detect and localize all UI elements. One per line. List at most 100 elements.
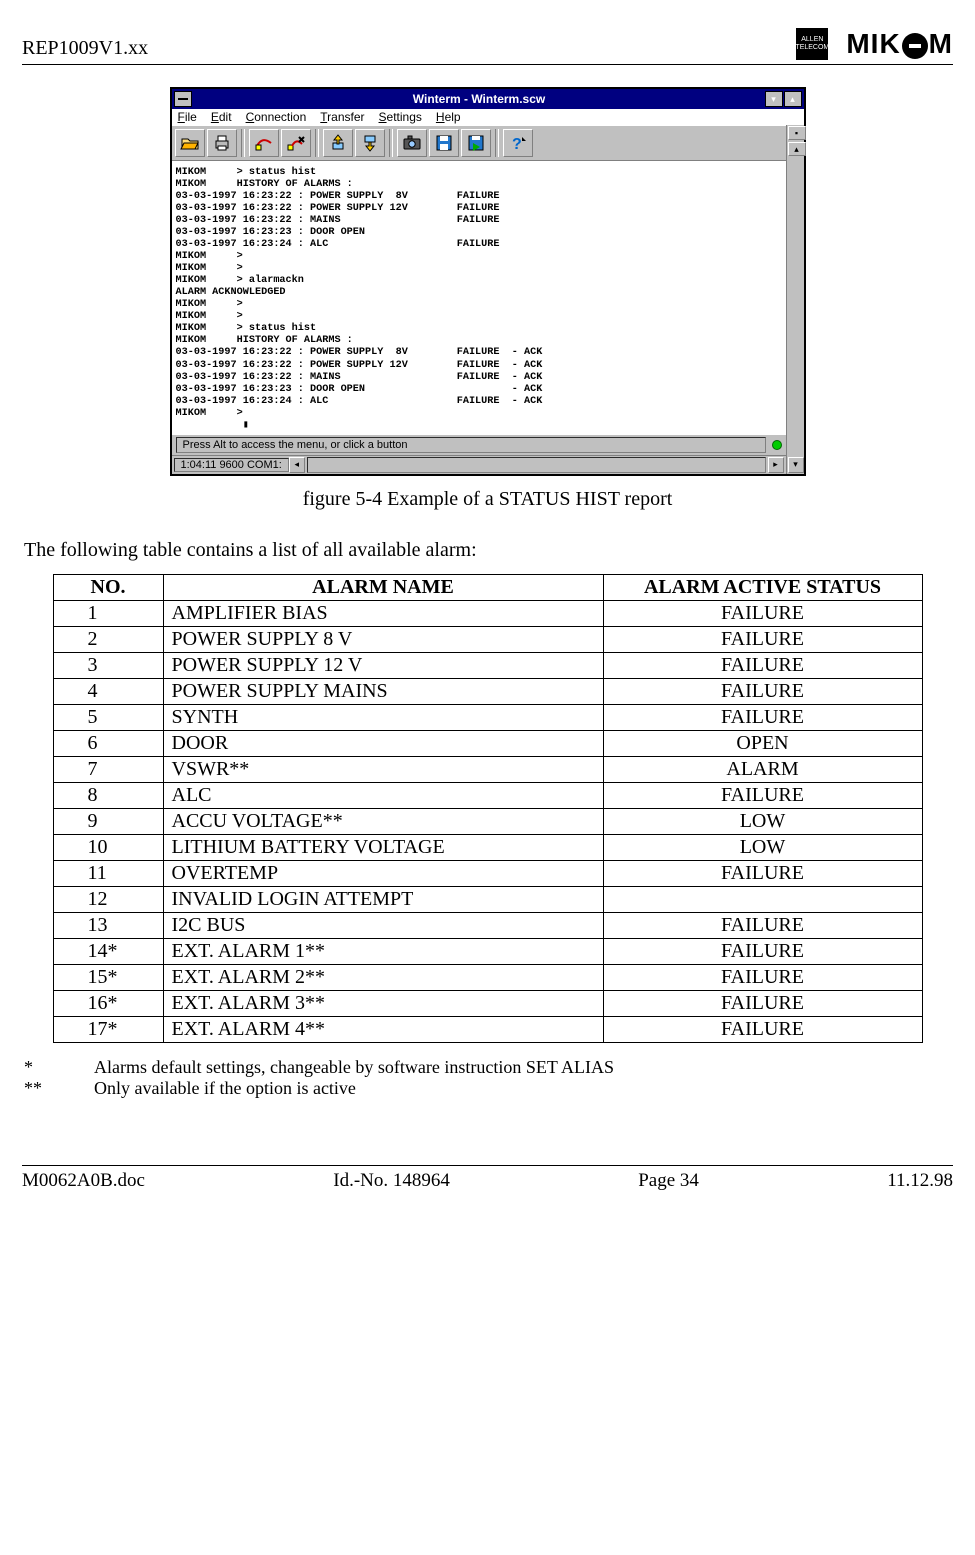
dock-icon-1[interactable]: ▪ xyxy=(788,126,806,140)
cell-name: POWER SUPPLY MAINS xyxy=(163,678,603,704)
cell-no: 4 xyxy=(53,678,163,704)
table-row: 10 LITHIUM BATTERY VOLTAGE LOW xyxy=(53,834,922,860)
maximize-button[interactable]: ▴ xyxy=(784,91,802,107)
cell-no: 10 xyxy=(53,834,163,860)
figure-caption: figure 5-4 Example of a STATUS HIST repo… xyxy=(22,488,953,511)
footer-file: M0062A0B.doc xyxy=(22,1170,145,1192)
cell-status: FAILURE xyxy=(603,600,922,626)
footnote-mark: ** xyxy=(24,1078,94,1099)
save-play-icon[interactable] xyxy=(461,129,491,157)
cell-name: POWER SUPPLY 8 V xyxy=(163,626,603,652)
alarm-table: NO. ALARM NAME ALARM ACTIVE STATUS 1 AMP… xyxy=(53,574,923,1043)
status-hint: Press Alt to access the menu, or click a… xyxy=(176,437,766,453)
menu-help[interactable]: Help xyxy=(436,110,461,124)
cell-no: 16* xyxy=(53,990,163,1016)
menubar: File Edit Connection Transfer Settings H… xyxy=(172,109,804,125)
save-icon[interactable] xyxy=(429,129,459,157)
system-menu-icon[interactable] xyxy=(174,91,192,107)
hscrollbar[interactable] xyxy=(307,457,766,473)
cell-status: FAILURE xyxy=(603,938,922,964)
footnote-row: **Only available if the option is active xyxy=(24,1078,951,1099)
right-dock: ▪ ▴ ▾ xyxy=(786,125,804,474)
doc-ref: REP1009V1.xx xyxy=(22,37,148,60)
cell-status: FAILURE xyxy=(603,990,922,1016)
cell-no: 14* xyxy=(53,938,163,964)
help-icon[interactable]: ? xyxy=(503,129,533,157)
terminal-output[interactable]: MIKOM > status hist MIKOM HISTORY OF ALA… xyxy=(172,161,786,434)
cell-no: 17* xyxy=(53,1016,163,1042)
cell-status: FAILURE xyxy=(603,1016,922,1042)
cell-status: FAILURE xyxy=(603,782,922,808)
table-row: 14* EXT. ALARM 1** FAILURE xyxy=(53,938,922,964)
bottom-bar: 1:04:11 9600 COM1: ◂ ▸ xyxy=(172,455,786,474)
cell-name: ACCU VOLTAGE** xyxy=(163,808,603,834)
footnote-mark: * xyxy=(24,1057,94,1078)
allen-telecom-logo: ALLEN TELECOM xyxy=(796,28,828,60)
status-led-icon xyxy=(772,440,782,450)
print-icon[interactable] xyxy=(207,129,237,157)
table-row: 6 DOOR OPEN xyxy=(53,730,922,756)
table-row: 5 SYNTH FAILURE xyxy=(53,704,922,730)
cell-status: OPEN xyxy=(603,730,922,756)
cell-no: 3 xyxy=(53,652,163,678)
dock-icon-2[interactable]: ▴ xyxy=(788,142,806,156)
scroll-down-icon[interactable]: ▾ xyxy=(788,457,804,473)
footnote-text: Only available if the option is active xyxy=(94,1078,356,1099)
cell-status: FAILURE xyxy=(603,964,922,990)
cell-name: I2C BUS xyxy=(163,912,603,938)
menu-edit[interactable]: Edit xyxy=(211,110,232,124)
table-row: 7 VSWR** ALARM xyxy=(53,756,922,782)
page-header: REP1009V1.xx ALLEN TELECOM MIKM xyxy=(22,28,953,65)
disconnect-icon[interactable] xyxy=(281,129,311,157)
table-row: 11 OVERTEMP FAILURE xyxy=(53,860,922,886)
footnotes: *Alarms default settings, changeable by … xyxy=(24,1057,951,1099)
connect-icon[interactable] xyxy=(249,129,279,157)
footnote-row: *Alarms default settings, changeable by … xyxy=(24,1057,951,1078)
minimize-button[interactable]: ▾ xyxy=(765,91,783,107)
menu-transfer[interactable]: Transfer xyxy=(320,110,364,124)
table-row: 2 POWER SUPPLY 8 V FAILURE xyxy=(53,626,922,652)
cell-name: AMPLIFIER BIAS xyxy=(163,600,603,626)
cell-status: LOW xyxy=(603,834,922,860)
menu-file[interactable]: File xyxy=(178,110,197,124)
cell-status: FAILURE xyxy=(603,678,922,704)
col-status: ALARM ACTIVE STATUS xyxy=(603,574,922,600)
cell-name: OVERTEMP xyxy=(163,860,603,886)
titlebar: Winterm - Winterm.scw ▾ ▴ xyxy=(172,89,804,109)
upload-icon[interactable] xyxy=(323,129,353,157)
footer-date: 11.12.98 xyxy=(887,1170,953,1192)
cell-no: 1 xyxy=(53,600,163,626)
cell-no: 12 xyxy=(53,886,163,912)
table-row: 12 INVALID LOGIN ATTEMPT xyxy=(53,886,922,912)
cell-name: POWER SUPPLY 12 V xyxy=(163,652,603,678)
cell-no: 9 xyxy=(53,808,163,834)
cell-status: LOW xyxy=(603,808,922,834)
download-icon[interactable] xyxy=(355,129,385,157)
footer-page: Page 34 xyxy=(638,1170,699,1192)
table-row: 13 I2C BUS FAILURE xyxy=(53,912,922,938)
cell-name: VSWR** xyxy=(163,756,603,782)
mikom-logo: MIKM xyxy=(846,28,953,60)
menu-settings[interactable]: Settings xyxy=(379,110,422,124)
cell-name: LITHIUM BATTERY VOLTAGE xyxy=(163,834,603,860)
scroll-right-icon[interactable]: ▸ xyxy=(768,457,784,473)
cell-name: EXT. ALARM 2** xyxy=(163,964,603,990)
table-header-row: NO. ALARM NAME ALARM ACTIVE STATUS xyxy=(53,574,922,600)
footnote-text: Alarms default settings, changeable by s… xyxy=(94,1057,614,1078)
scroll-left-icon[interactable]: ◂ xyxy=(289,457,305,473)
cell-status: ALARM xyxy=(603,756,922,782)
col-name: ALARM NAME xyxy=(163,574,603,600)
cell-status xyxy=(603,886,922,912)
cell-no: 7 xyxy=(53,756,163,782)
open-icon[interactable] xyxy=(175,129,205,157)
cell-status: FAILURE xyxy=(603,704,922,730)
camera-icon[interactable] xyxy=(397,129,427,157)
header-logos: ALLEN TELECOM MIKM xyxy=(796,28,953,60)
menu-connection[interactable]: Connection xyxy=(246,110,307,124)
cell-status: FAILURE xyxy=(603,652,922,678)
col-no: NO. xyxy=(53,574,163,600)
cell-no: 13 xyxy=(53,912,163,938)
cell-status: FAILURE xyxy=(603,626,922,652)
footer-id: Id.-No. 148964 xyxy=(333,1170,450,1192)
table-row: 17* EXT. ALARM 4** FAILURE xyxy=(53,1016,922,1042)
